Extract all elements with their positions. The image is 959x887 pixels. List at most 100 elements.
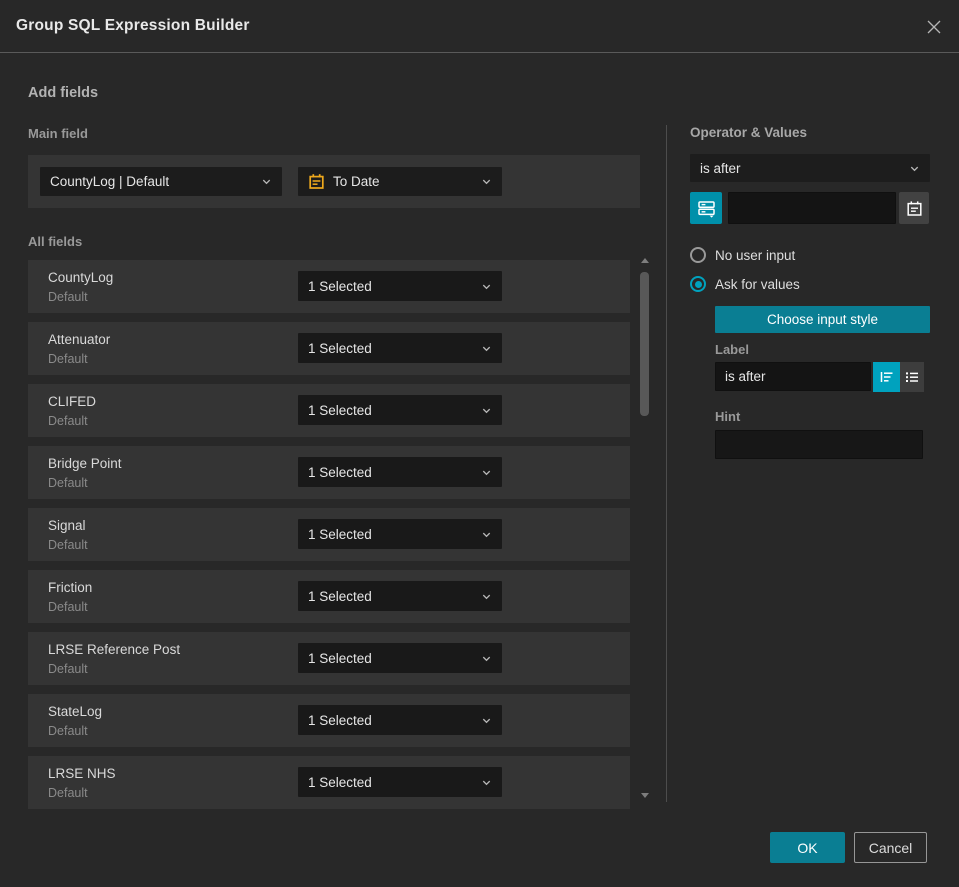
field-name: Attenuator — [48, 331, 111, 347]
main-field-select[interactable]: CountyLog | Default — [40, 167, 282, 196]
chevron-down-icon — [482, 470, 491, 475]
bullet-list-icon — [906, 372, 918, 382]
field-values-select[interactable]: 1 Selected — [298, 457, 502, 487]
field-values-select[interactable]: 1 Selected — [298, 767, 502, 797]
label-input[interactable] — [715, 362, 871, 391]
user-input-radio-group: No user input Ask for values — [690, 247, 932, 292]
operator-values-heading: Operator & Values — [690, 125, 808, 140]
radio-no-user-input[interactable]: No user input — [690, 247, 932, 263]
chevron-down-icon — [482, 656, 491, 661]
hint-input[interactable] — [715, 430, 923, 459]
field-row: Signal Default 1 Selected — [28, 508, 630, 561]
field-row-text: Friction Default — [48, 579, 92, 615]
chevron-down-icon — [482, 780, 491, 785]
field-values-selected: 1 Selected — [308, 340, 372, 356]
operator-select-value: is after — [700, 160, 741, 176]
dialog-title: Group SQL Expression Builder — [16, 17, 250, 34]
radio-ask-for-values[interactable]: Ask for values — [690, 276, 932, 292]
hint-field-label: Hint — [715, 409, 741, 424]
all-fields-label: All fields — [28, 234, 83, 249]
scrollbar-thumb[interactable] — [640, 272, 649, 416]
chevron-down-icon — [482, 179, 491, 185]
field-values-select[interactable]: 1 Selected — [298, 271, 502, 301]
list-input-toggle[interactable] — [900, 362, 924, 392]
scroll-down-icon[interactable] — [641, 793, 649, 798]
radio-no-user-input-label: No user input — [715, 247, 796, 263]
field-values-selected: 1 Selected — [308, 278, 372, 294]
field-row: LRSE Reference Post Default 1 Selected — [28, 632, 630, 685]
field-source: Default — [48, 289, 88, 304]
field-source: Default — [48, 413, 88, 428]
group-sql-expression-builder-dialog: { "dialog": { "title": "Group SQL Expres… — [0, 0, 959, 887]
field-values-select[interactable]: 1 Selected — [298, 395, 502, 425]
chevron-down-icon — [482, 346, 491, 351]
ok-button[interactable]: OK — [770, 832, 845, 863]
calendar-icon — [309, 174, 324, 189]
field-row: Friction Default 1 Selected — [28, 570, 630, 623]
field-source: Default — [48, 723, 88, 738]
main-field-date-select-value: To Date — [333, 174, 380, 189]
field-source: Default — [48, 537, 88, 552]
field-values-select[interactable]: 1 Selected — [298, 519, 502, 549]
field-values-select[interactable]: 1 Selected — [298, 581, 502, 611]
chevron-down-icon — [482, 408, 491, 413]
field-values-selected: 1 Selected — [308, 588, 372, 604]
main-field-date-select[interactable]: To Date — [298, 167, 502, 196]
radio-ask-for-values-label: Ask for values — [715, 276, 800, 292]
cancel-button[interactable]: Cancel — [854, 832, 927, 863]
single-line-input-toggle[interactable] — [873, 362, 900, 392]
field-values-select[interactable]: 1 Selected — [298, 705, 502, 735]
field-source: Default — [48, 785, 88, 800]
field-values-select[interactable]: 1 Selected — [298, 333, 502, 363]
field-row-text: Bridge Point Default — [48, 455, 122, 491]
field-values-selected: 1 Selected — [308, 712, 372, 728]
field-row: LRSE NHS Default 1 Selected — [28, 756, 630, 809]
field-row-text: CountyLog Default — [48, 269, 113, 305]
close-icon[interactable] — [921, 14, 947, 40]
field-name: CountyLog — [48, 269, 114, 285]
operator-select[interactable]: is after — [690, 154, 930, 182]
field-values-selected: 1 Selected — [308, 650, 372, 666]
vertical-divider — [666, 125, 667, 802]
chevron-down-icon — [910, 166, 919, 171]
field-name: LRSE Reference Post — [48, 641, 181, 657]
field-row: Bridge Point Default 1 Selected — [28, 446, 630, 499]
main-field-panel: CountyLog | Default To Date — [28, 155, 640, 208]
field-values-selected: 1 Selected — [308, 402, 372, 418]
operator-values-panel: Operator & Values is after No user input… — [690, 125, 932, 459]
main-field-label: Main field — [28, 126, 88, 141]
value-input-row — [690, 192, 932, 224]
field-row: CLIFED Default 1 Selected — [28, 384, 630, 437]
field-source: Default — [48, 351, 88, 366]
calendar-icon — [906, 200, 922, 216]
field-row-text: LRSE Reference Post Default — [48, 641, 180, 677]
field-values-selected: 1 Selected — [308, 464, 372, 480]
chevron-down-icon — [482, 718, 491, 723]
date-picker-button[interactable] — [899, 192, 929, 224]
field-name: StateLog — [48, 703, 103, 719]
chevron-down-icon — [262, 179, 271, 185]
field-row-text: Signal Default — [48, 517, 88, 553]
chevron-down-icon — [482, 284, 491, 289]
choose-input-style-button[interactable]: Choose input style — [715, 306, 930, 333]
field-values-select[interactable]: 1 Selected — [298, 643, 502, 673]
list-scrollbar[interactable] — [640, 256, 650, 800]
dialog-header: Group SQL Expression Builder — [0, 0, 959, 53]
chevron-down-icon — [482, 594, 491, 599]
field-name: CLIFED — [48, 393, 97, 409]
field-values-selected: 1 Selected — [308, 526, 372, 542]
field-row-text: StateLog Default — [48, 703, 102, 739]
field-row: Attenuator Default 1 Selected — [28, 322, 630, 375]
radio-circle-icon — [690, 247, 706, 263]
label-input-row — [715, 362, 932, 392]
field-name: Friction — [48, 579, 93, 595]
field-name: Signal — [48, 517, 86, 533]
chevron-down-icon — [482, 532, 491, 537]
field-row: StateLog Default 1 Selected — [28, 694, 630, 747]
field-name: LRSE NHS — [48, 765, 116, 781]
value-input[interactable] — [728, 192, 896, 224]
scroll-up-icon[interactable] — [641, 258, 649, 263]
set-from-values-button[interactable] — [690, 192, 722, 224]
hint-input-row — [715, 430, 923, 459]
field-name: Bridge Point — [48, 455, 122, 471]
